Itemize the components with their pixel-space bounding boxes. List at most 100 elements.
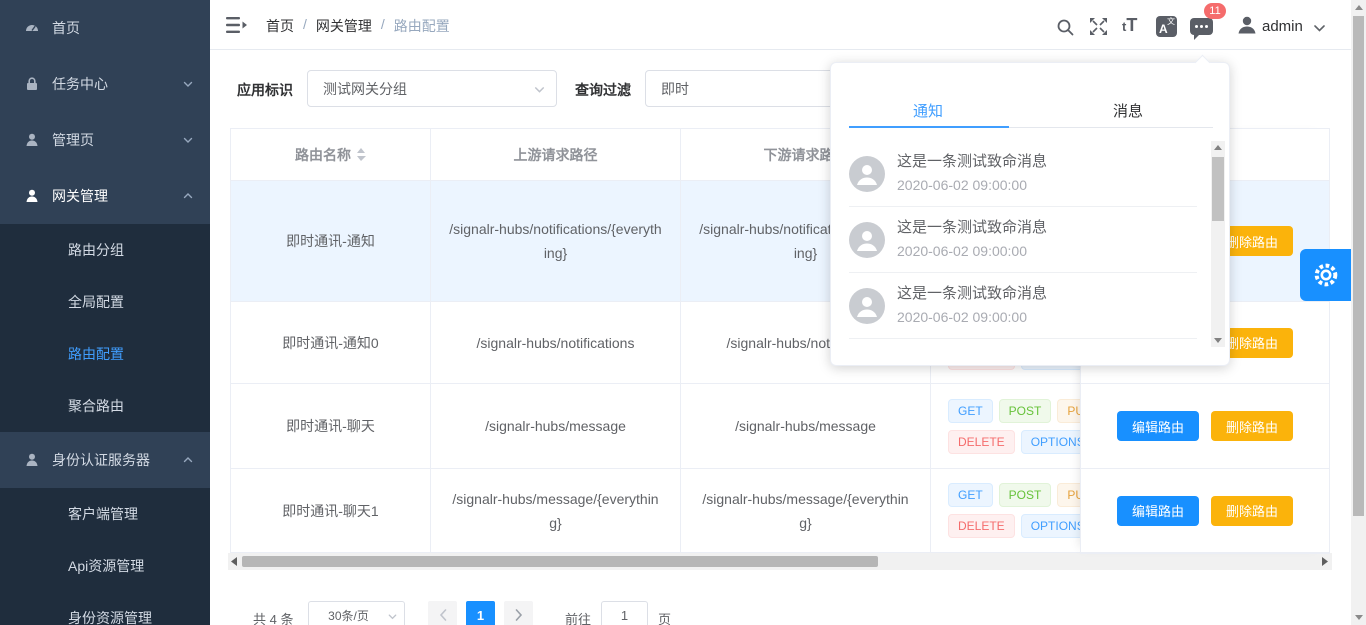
message-icon[interactable] (1190, 18, 1213, 35)
font-size-icon[interactable]: tT (1122, 15, 1137, 36)
navbar: 首页 / 网关管理 / 路由配置 tT A 文 11 admin (210, 0, 1351, 50)
delete-route-button[interactable]: 删除路由 (1211, 496, 1293, 526)
breadcrumb-current: 路由配置 (394, 16, 450, 36)
user-avatar-icon (849, 156, 885, 192)
notification-time: 2020-06-02 09:00:00 (897, 243, 1027, 259)
tab-messages[interactable]: 消息 (1113, 100, 1143, 121)
scroll-down-arrow-icon[interactable] (1214, 338, 1222, 343)
hamburger-icon[interactable] (226, 15, 248, 35)
gear-icon (1312, 261, 1340, 289)
cell-route-name: 即时通讯-通知0 (231, 302, 431, 384)
sidebar-item-gateway-management[interactable]: 网关管理 (0, 168, 210, 224)
user-avatar-icon (849, 288, 885, 324)
sidebar-item-label: 网关管理 (52, 186, 108, 206)
sort-icon[interactable] (356, 148, 366, 161)
goto-page-input[interactable] (601, 601, 648, 625)
horizontal-scrollbar-thumb[interactable] (242, 556, 878, 567)
header-route-name[interactable]: 路由名称 (231, 129, 431, 181)
settings-gear-button[interactable] (1300, 249, 1352, 301)
user-icon (24, 132, 40, 148)
breadcrumb-separator: / (303, 16, 307, 36)
translate-sub-glyph: 文 (1167, 16, 1175, 27)
popup-scrollbar[interactable] (1211, 141, 1225, 347)
notification-title: 这是一条测试致命消息 (897, 150, 1047, 171)
delete-route-button[interactable]: 删除路由 (1211, 411, 1293, 441)
sidebar-item-global-config[interactable]: 全局配置 (0, 276, 210, 328)
cell-route-name: 即时通讯-通知 (231, 181, 431, 302)
method-tag-post: POST (999, 399, 1052, 423)
breadcrumb-gateway[interactable]: 网关管理 (316, 16, 372, 36)
cell-route-name: 即时通讯-聊天1 (231, 469, 431, 553)
sidebar-item-label: 全局配置 (68, 292, 124, 312)
vertical-scrollbar-thumb[interactable] (1353, 16, 1364, 516)
page-size-select[interactable]: 30条/页 (308, 601, 405, 625)
edit-route-button[interactable]: 编辑路由 (1117, 411, 1199, 441)
notification-item[interactable]: 这是一条测试致命消息 2020-06-02 09:00:00 (849, 273, 1197, 339)
sidebar-item-home[interactable]: 首页 (0, 0, 210, 56)
header-label: 路由名称 (295, 145, 351, 165)
chevron-up-icon (182, 190, 194, 202)
search-icon[interactable] (1055, 17, 1075, 37)
sidebar-item-client-management[interactable]: 客户端管理 (0, 488, 210, 540)
table-horizontal-scrollbar[interactable] (228, 553, 1332, 570)
sidebar-item-auth-server[interactable]: 身份认证服务器 (0, 432, 210, 488)
sidebar-item-aggregate-route[interactable]: 聚合路由 (0, 380, 210, 432)
page-size-value: 30条/页 (328, 607, 369, 624)
sidebar-item-identity-resource[interactable]: 身份资源管理 (0, 592, 210, 625)
lock-icon (24, 76, 40, 92)
breadcrumb-separator: / (381, 16, 385, 36)
notification-item[interactable]: 这是一条测试致命消息 2020-06-02 09:00:00 (849, 141, 1197, 207)
sidebar-item-admin-page[interactable]: 管理页 (0, 112, 210, 168)
avatar[interactable] (1236, 14, 1258, 36)
sidebar-item-api-resource[interactable]: Api资源管理 (0, 540, 210, 592)
scroll-down-arrow-icon[interactable] (1355, 615, 1363, 620)
fullscreen-icon[interactable] (1089, 17, 1108, 36)
popup-scrollbar-thumb[interactable] (1212, 157, 1224, 221)
sidebar-item-route-config[interactable]: 路由配置 (0, 328, 210, 380)
breadcrumb: 首页 / 网关管理 / 路由配置 (266, 16, 450, 36)
goto-page-label: 前往 (565, 609, 591, 625)
prev-page-button[interactable] (428, 601, 457, 625)
edit-route-button[interactable]: 编辑路由 (1117, 496, 1199, 526)
header-label: 上游请求路径 (514, 145, 598, 165)
scroll-left-arrow-icon[interactable] (231, 557, 237, 566)
header-upstream-path: 上游请求路径 (431, 129, 681, 181)
scroll-up-arrow-icon[interactable] (1214, 145, 1222, 150)
chevron-down-icon (182, 78, 194, 90)
breadcrumb-home[interactable]: 首页 (266, 16, 294, 36)
scroll-up-arrow-icon[interactable] (1355, 5, 1363, 10)
page-vertical-scrollbar[interactable] (1351, 0, 1366, 625)
method-tag-delete: DELETE (948, 430, 1015, 454)
pagination-total: 共 4 条 (253, 609, 293, 625)
sidebar-item-route-group[interactable]: 路由分组 (0, 224, 210, 276)
chevron-down-icon (182, 134, 194, 146)
sidebar: 首页 任务中心 管理页 网关管理 路由分组 全局配置 路由配置 聚合路由 身份认… (0, 0, 210, 625)
message-bubble-tail (1194, 32, 1202, 40)
method-tag-get: GET (948, 483, 993, 507)
translate-icon[interactable]: A 文 (1156, 16, 1177, 37)
active-tab-underline (849, 126, 1009, 128)
app-root: 首页 任务中心 管理页 网关管理 路由分组 全局配置 路由配置 聚合路由 身份认… (0, 0, 1366, 625)
method-tag-post: POST (999, 483, 1052, 507)
sidebar-item-label: 管理页 (52, 130, 94, 150)
sidebar-item-label: 路由配置 (68, 344, 124, 364)
sidebar-item-task-center[interactable]: 任务中心 (0, 56, 210, 112)
notification-item[interactable]: 这是一条测试致命消息 2020-06-02 09:00:00 (849, 207, 1197, 273)
notification-time: 2020-06-02 09:00:00 (897, 177, 1027, 193)
app-group-select[interactable]: 测试网关分组 (307, 70, 557, 107)
app-id-label: 应用标识 (237, 80, 293, 100)
notification-popup: 通知 消息 这是一条测试致命消息 2020-06-02 09:00:00 这是一… (830, 62, 1230, 366)
scroll-right-arrow-icon[interactable] (1322, 557, 1328, 566)
chevron-left-icon (439, 609, 447, 621)
caret-down-icon[interactable] (1314, 25, 1325, 32)
method-tag-delete: DELETE (948, 514, 1015, 538)
chevron-down-icon (533, 83, 546, 96)
dashboard-icon (24, 20, 40, 36)
method-tag-get: GET (948, 399, 993, 423)
current-page-button[interactable]: 1 (466, 601, 495, 625)
cell-upstream: /signalr-hubs/notifications (431, 302, 681, 384)
username[interactable]: admin (1262, 18, 1303, 35)
next-page-button[interactable] (504, 601, 533, 625)
tab-notifications[interactable]: 通知 (913, 100, 943, 121)
notification-title: 这是一条测试致命消息 (897, 216, 1047, 237)
